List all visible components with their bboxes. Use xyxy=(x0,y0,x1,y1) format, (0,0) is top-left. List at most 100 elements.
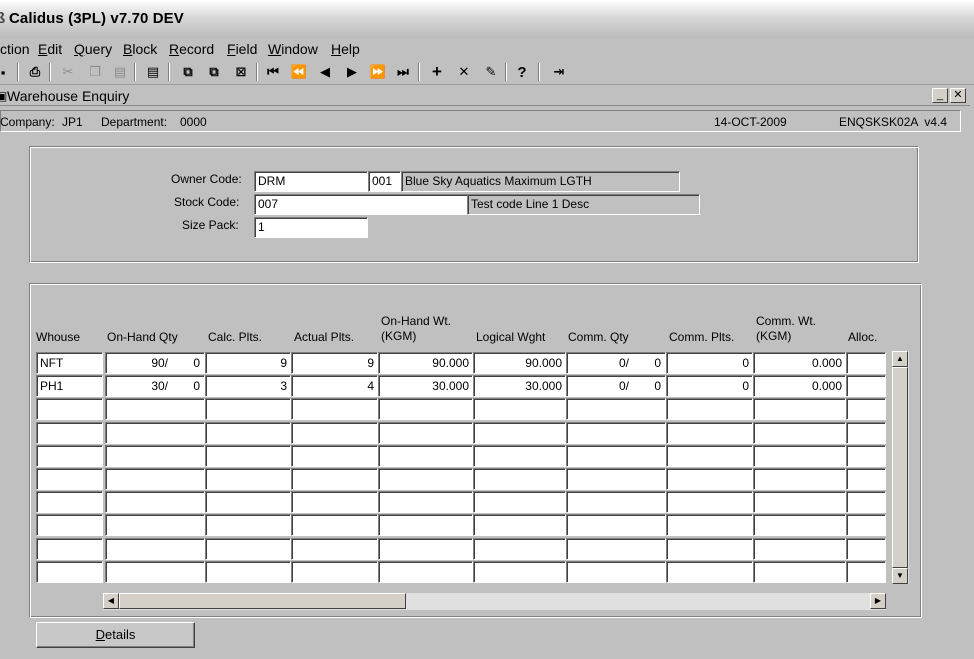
grid-cell-logical-wght[interactable] xyxy=(473,538,566,560)
menu-query[interactable]: Query xyxy=(74,41,112,57)
grid-cell-onhand-wt[interactable] xyxy=(378,514,473,536)
grid-cell-onhand-qty[interactable] xyxy=(105,514,205,536)
delete-record-icon[interactable]: ✕ xyxy=(455,63,473,81)
grid-cell-onhand-qty[interactable]: 30/0 xyxy=(105,375,205,397)
grid-cell-onhand-qty[interactable] xyxy=(105,445,205,467)
first-record-icon[interactable]: ⏮ xyxy=(264,63,282,81)
grid-cell-whouse[interactable] xyxy=(36,398,103,420)
grid-cell-comm-qty[interactable] xyxy=(566,538,666,560)
grid-cell-logical-wght[interactable] xyxy=(473,491,566,513)
cut-icon[interactable]: ✂ xyxy=(59,63,77,81)
grid-cell-comm-wt[interactable] xyxy=(753,445,846,467)
duplicate-field-icon[interactable]: ⧉ xyxy=(179,63,197,81)
grid-cell-comm-qty[interactable] xyxy=(566,422,666,444)
grid-cell-onhand-qty[interactable] xyxy=(105,561,205,583)
grid-cell-whouse[interactable] xyxy=(36,538,103,560)
grid-cell-comm-qty[interactable] xyxy=(566,445,666,467)
grid-cell-onhand-qty[interactable] xyxy=(105,422,205,444)
grid-cell-comm-plts[interactable] xyxy=(666,491,753,513)
menu-block[interactable]: Block xyxy=(123,41,157,57)
horizontal-scroll-thumb[interactable] xyxy=(119,593,406,609)
grid-cell-comm-plts[interactable]: 0 xyxy=(666,375,753,397)
grid-cell-whouse[interactable] xyxy=(36,422,103,444)
grid-cell-onhand-wt[interactable]: 30.000 xyxy=(378,375,473,397)
grid-cell-alloc[interactable] xyxy=(846,491,886,513)
menu-field[interactable]: Field xyxy=(227,41,257,57)
grid-cell-comm-plts[interactable] xyxy=(666,514,753,536)
grid-cell-comm-plts[interactable] xyxy=(666,468,753,490)
grid-cell-comm-plts[interactable] xyxy=(666,561,753,583)
grid-cell-logical-wght[interactable] xyxy=(473,445,566,467)
print-icon[interactable]: ⎙ xyxy=(26,63,44,81)
grid-cell-onhand-qty[interactable] xyxy=(105,398,205,420)
size-pack-field[interactable]: 1 xyxy=(254,217,368,238)
grid-cell-comm-wt[interactable] xyxy=(753,491,846,513)
grid-cell-comm-qty[interactable] xyxy=(566,398,666,420)
grid-cell-logical-wght[interactable] xyxy=(473,422,566,444)
grid-cell-alloc[interactable] xyxy=(846,422,886,444)
grid-cell-actual-plts[interactable]: 9 xyxy=(291,352,378,374)
grid-cell-comm-qty[interactable]: 0/0 xyxy=(566,375,666,397)
grid-cell-alloc[interactable] xyxy=(846,514,886,536)
grid-cell-actual-plts[interactable] xyxy=(291,445,378,467)
grid-cell-actual-plts[interactable] xyxy=(291,561,378,583)
grid-cell-actual-plts[interactable] xyxy=(291,538,378,560)
grid-cell-whouse[interactable] xyxy=(36,491,103,513)
lock-record-icon[interactable]: ✎ xyxy=(482,63,500,81)
previous-record-icon[interactable]: ◀ xyxy=(316,63,334,81)
grid-cell-calc-plts[interactable] xyxy=(205,422,291,444)
grid-cell-calc-plts[interactable] xyxy=(205,398,291,420)
grid-cell-calc-plts[interactable]: 3 xyxy=(205,375,291,397)
details-button[interactable]: Details xyxy=(36,622,195,648)
next-set-icon[interactable]: ⏩ xyxy=(369,63,387,81)
scroll-left-icon[interactable]: ◀ xyxy=(103,593,119,609)
grid-cell-alloc[interactable] xyxy=(846,538,886,560)
insert-record-icon[interactable]: + xyxy=(428,62,446,81)
owner-code-field[interactable]: DRM xyxy=(254,171,368,192)
minimize-icon[interactable]: _ xyxy=(932,88,948,103)
grid-cell-comm-wt[interactable] xyxy=(753,561,846,583)
grid-cell-comm-wt[interactable] xyxy=(753,514,846,536)
grid-cell-comm-wt[interactable] xyxy=(753,538,846,560)
previous-set-icon[interactable]: ⏪ xyxy=(290,63,308,81)
scroll-down-icon[interactable]: ▼ xyxy=(892,568,908,584)
grid-cell-comm-plts[interactable] xyxy=(666,445,753,467)
stock-code-field[interactable]: 007 xyxy=(254,194,468,215)
grid-cell-comm-qty[interactable] xyxy=(566,468,666,490)
grid-cell-alloc[interactable] xyxy=(846,375,886,397)
menu-edit[interactable]: Edit xyxy=(38,41,62,57)
grid-cell-logical-wght[interactable]: 90.000 xyxy=(473,352,566,374)
grid-cell-calc-plts[interactable] xyxy=(205,561,291,583)
grid-cell-actual-plts[interactable]: 4 xyxy=(291,375,378,397)
grid-cell-onhand-wt[interactable] xyxy=(378,538,473,560)
grid-cell-onhand-wt[interactable] xyxy=(378,422,473,444)
menu-window[interactable]: Window xyxy=(268,41,318,57)
close-icon[interactable]: ✕ xyxy=(950,88,966,103)
grid-cell-calc-plts[interactable]: 9 xyxy=(205,352,291,374)
grid-cell-comm-wt[interactable] xyxy=(753,468,846,490)
grid-cell-comm-qty[interactable] xyxy=(566,514,666,536)
owner-sub-field[interactable]: 001 xyxy=(368,171,401,192)
grid-cell-calc-plts[interactable] xyxy=(205,514,291,536)
grid-cell-whouse[interactable]: NFT xyxy=(36,352,103,374)
grid-cell-calc-plts[interactable] xyxy=(205,538,291,560)
scroll-up-icon[interactable]: ▲ xyxy=(892,351,908,367)
grid-cell-comm-wt[interactable] xyxy=(753,398,846,420)
paste-icon[interactable]: ▤ xyxy=(111,63,129,81)
grid-cell-onhand-wt[interactable] xyxy=(378,445,473,467)
grid-cell-actual-plts[interactable] xyxy=(291,468,378,490)
save-icon[interactable]: ▪ xyxy=(0,63,12,81)
grid-cell-comm-wt[interactable]: 0.000 xyxy=(753,375,846,397)
clear-record-icon[interactable]: ⊠ xyxy=(232,63,250,81)
grid-cell-whouse[interactable] xyxy=(36,561,103,583)
grid-cell-logical-wght[interactable]: 30.000 xyxy=(473,375,566,397)
grid-cell-comm-qty[interactable] xyxy=(566,491,666,513)
grid-cell-actual-plts[interactable] xyxy=(291,422,378,444)
grid-cell-comm-plts[interactable] xyxy=(666,422,753,444)
grid-cell-onhand-wt[interactable] xyxy=(378,491,473,513)
copy-icon[interactable]: ❐ xyxy=(86,63,104,81)
grid-cell-logical-wght[interactable] xyxy=(473,468,566,490)
grid-cell-actual-plts[interactable] xyxy=(291,491,378,513)
vertical-scroll-thumb[interactable] xyxy=(892,367,908,568)
grid-cell-onhand-qty[interactable] xyxy=(105,538,205,560)
